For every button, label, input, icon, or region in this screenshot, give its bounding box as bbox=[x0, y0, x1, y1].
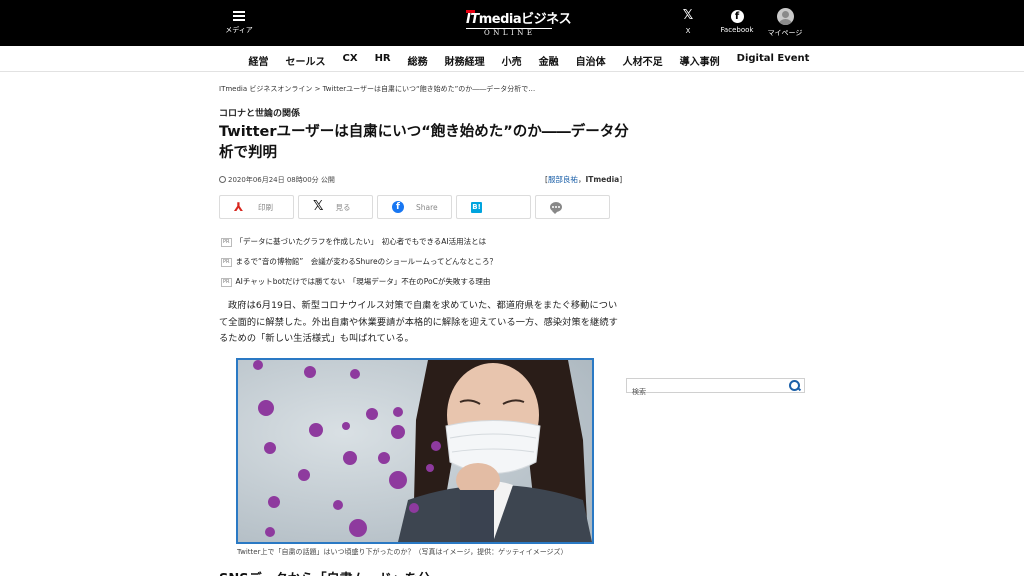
x-icon: 𝕏 bbox=[682, 8, 694, 23]
pr-badge: PR bbox=[221, 278, 232, 287]
category-item[interactable]: HR bbox=[366, 53, 399, 68]
pr-link-text: 「データに基づいたグラフを作成したい」 初心者でもできるAI活用法とは bbox=[235, 237, 487, 246]
facebook-share-button[interactable]: f Share bbox=[377, 195, 452, 219]
hamburger-icon bbox=[233, 11, 245, 22]
hatena-bookmark-button[interactable]: B! bbox=[456, 195, 531, 219]
facebook-share-label: Share bbox=[416, 202, 438, 212]
search-box bbox=[626, 378, 805, 399]
category-item[interactable]: 自治体 bbox=[567, 53, 614, 68]
category-item[interactable]: 経営 bbox=[240, 53, 277, 68]
category-item[interactable]: セールス bbox=[277, 53, 334, 68]
pr-badge: PR bbox=[221, 258, 232, 267]
article-photo bbox=[236, 358, 594, 544]
x-header-label: X bbox=[685, 27, 691, 35]
x-header-link[interactable]: 𝕏 X bbox=[676, 8, 700, 35]
author-org: ITmedia bbox=[585, 175, 620, 184]
article-title: Twitterユーザーは自粛にいつ“飽き始めた”のか――データ分析で判明 bbox=[219, 124, 629, 161]
x-share-button[interactable]: 𝕏 見る bbox=[298, 195, 373, 219]
avatar-icon bbox=[776, 8, 794, 25]
pr-link[interactable]: PR 「データに基づいたグラフを作成したい」 初心者でもできるAI活用法とは bbox=[221, 236, 497, 256]
category-item[interactable]: CX bbox=[334, 53, 366, 68]
author-link[interactable]: 服部良祐 bbox=[548, 175, 578, 184]
share-bar: ⅄ 印刷 𝕏 見る f Share B! bbox=[219, 195, 610, 219]
logo-subtitle: ONLINE bbox=[466, 28, 552, 37]
pr-link-text: AIチャットbotだけでは勝てない 「現場データ」不在のPoCが失敗する理由 bbox=[235, 277, 491, 286]
category-item[interactable]: 金融 bbox=[530, 53, 567, 68]
logo-red-bar bbox=[466, 10, 475, 13]
print-label: 印刷 bbox=[258, 202, 273, 212]
facebook-header-label: Facebook bbox=[720, 26, 754, 34]
mypage-label: マイページ bbox=[767, 29, 803, 37]
category-item[interactable]: 総務 bbox=[399, 53, 436, 68]
pr-badge: PR bbox=[221, 238, 232, 247]
hatena-bookmark-icon: B! bbox=[471, 201, 482, 213]
site-logo[interactable]: ITmediaビジネス ONLINE bbox=[466, 8, 572, 37]
category-item[interactable]: 財務経理 bbox=[436, 53, 493, 68]
pdf-icon: ⅄ bbox=[234, 200, 244, 214]
top-header: メディア ITmediaビジネス ONLINE 𝕏 X f Facebook マ… bbox=[0, 0, 1024, 46]
x-share-label: 見る bbox=[335, 202, 351, 212]
facebook-icon: f bbox=[392, 201, 404, 213]
author-credit: [服部良祐，ITmedia] bbox=[545, 175, 623, 184]
photo-caption: Twitter上で「自粛の話題」はいつ頃盛り下がったのか？（写真はイメージ，提供… bbox=[237, 548, 568, 556]
logo-wordmark: ITmediaビジネス bbox=[466, 12, 572, 27]
media-menu-button[interactable]: メディア bbox=[224, 9, 254, 35]
search-icon[interactable] bbox=[789, 380, 801, 392]
category-list: 経営 セールス CX HR 総務 財務経理 小売 金融 自治体 人材不足 導入事例 Digital E… bbox=[240, 53, 818, 68]
category-item[interactable]: 人材不足 bbox=[614, 53, 671, 68]
pr-link[interactable]: PR AIチャットbotだけでは勝てない 「現場データ」不在のPoCが失敗する理由 bbox=[221, 276, 497, 296]
print-button[interactable]: ⅄ 印刷 bbox=[219, 195, 294, 219]
category-item[interactable]: 小売 bbox=[493, 53, 530, 68]
pr-link-text: まるで“音の博物館” 会議が変わるShureのショールームってどんなところ？ bbox=[235, 257, 497, 266]
comment-button[interactable] bbox=[535, 195, 610, 219]
comment-icon bbox=[550, 202, 562, 214]
breadcrumb[interactable]: ITmedia ビジネスオンライン > Twitterユーザーは自粛にいつ“飽き… bbox=[219, 84, 535, 94]
clock-icon bbox=[219, 176, 226, 183]
pr-link[interactable]: PR まるで“音の博物館” 会議が変わるShureのショールームってどんなところ？ bbox=[221, 256, 497, 276]
publish-date-text: 2020年06月24日 08時00分 公開 bbox=[228, 176, 335, 184]
category-item[interactable]: Digital Event bbox=[728, 53, 818, 68]
section-heading: SNSデータから「自粛ムード」を分… bbox=[219, 568, 444, 576]
facebook-header-link[interactable]: f Facebook bbox=[717, 8, 757, 34]
search-input[interactable] bbox=[627, 385, 787, 399]
pr-links: PR 「データに基づいたグラフを作成したい」 初心者でもできるAI活用法とは PR ま… bbox=[221, 236, 497, 296]
article-subtitle: コロナと世論の関係 bbox=[219, 109, 301, 119]
publish-date: 2020年06月24日 08時00分 公開 bbox=[219, 175, 335, 185]
article-body: 政府は6月19日、新型コロナウイルス対策で自粛を求めていた、都道府県をまたぐ移動… bbox=[219, 300, 618, 344]
mypage-link[interactable]: マイページ bbox=[766, 8, 804, 38]
category-nav: 経営 セールス CX HR 総務 財務経理 小売 金融 自治体 人材不足 導入事例 Digital E… bbox=[0, 46, 1024, 72]
coughing-woman-photo bbox=[238, 360, 592, 542]
x-icon: 𝕏 bbox=[313, 199, 324, 214]
category-item[interactable]: 導入事例 bbox=[671, 53, 728, 68]
media-menu-label: メディア bbox=[225, 26, 253, 34]
facebook-icon: f bbox=[730, 10, 744, 23]
